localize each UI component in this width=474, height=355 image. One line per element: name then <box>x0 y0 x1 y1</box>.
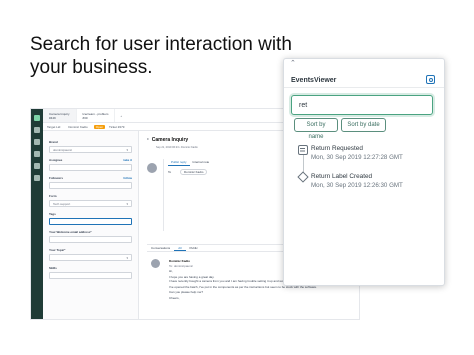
tab-public[interactable]: Public <box>186 246 202 250</box>
sort-by-date-button[interactable]: Sort by date <box>341 118 386 132</box>
topic-label: Your Topic* <box>49 248 66 252</box>
form-value: Tech support <box>53 201 71 206</box>
skills-select[interactable] <box>49 272 132 279</box>
avatar <box>147 163 157 173</box>
take-it-link[interactable]: take it <box>123 158 132 162</box>
ticket-meta: Sep 21, 2019 06:23 • Dominic Kadio <box>156 146 198 149</box>
divider <box>284 87 444 88</box>
recipient-chip[interactable]: Dominic Kadio <box>180 169 208 175</box>
chevron-down-icon: ▾ <box>126 147 128 152</box>
tags-input[interactable] <box>49 218 132 225</box>
message-line: Cheers, <box>169 296 180 301</box>
brand-select[interactable]: dominicpaunic ▾ <box>49 146 132 153</box>
ticket-title: Camera Inquiry <box>151 137 189 143</box>
brand-label: Brand <box>49 140 58 144</box>
followers-label: Followers <box>49 176 64 180</box>
search-input[interactable] <box>291 95 433 115</box>
home-icon[interactable] <box>34 127 40 133</box>
tags-label: Tags <box>49 212 56 216</box>
event-title[interactable]: Return Requested <box>311 145 363 152</box>
tab-internal-note[interactable]: Internal note <box>190 159 213 166</box>
breadcrumb-requester[interactable]: Dominic Kadio <box>64 125 91 129</box>
chevron-down-icon: ▾ <box>126 201 128 206</box>
event-title[interactable]: Return Label Created <box>311 173 372 180</box>
customers-icon[interactable] <box>34 151 40 157</box>
form-label: Form <box>49 194 57 198</box>
chevron-down-icon: ▾ <box>126 255 128 260</box>
followers-input[interactable] <box>49 182 132 189</box>
sort-by-name-button[interactable]: Sort by name <box>294 118 338 140</box>
tab-camera-inquiry[interactable]: Camera Inquiry #449 <box>43 109 77 122</box>
left-nav-rail <box>31 109 43 319</box>
assignee-select[interactable] <box>49 164 132 171</box>
tab-conversations[interactable]: Conversations <box>147 246 174 250</box>
tab-all[interactable]: All <box>174 246 186 251</box>
breadcrumb-org[interactable]: Target Ltd <box>43 125 64 129</box>
events-viewer-panel: ⌃ EventsViewer Sort by name Sort by date… <box>283 58 445 286</box>
assignee-label: Assignee <box>49 158 63 162</box>
event-time: Mon, 30 Sep 2019 12:26:30 GMT <box>311 182 403 189</box>
breadcrumb-ticket[interactable]: Ticket #479 <box>105 125 128 129</box>
tab-sub: #30 <box>82 115 88 120</box>
skills-label: Skills <box>49 266 57 270</box>
collapse-icon[interactable]: ⌃ <box>290 60 296 68</box>
event-time: Mon, 30 Sep 2019 12:27:28 GMT <box>311 154 403 161</box>
app-icon <box>426 75 435 84</box>
tag-icon <box>297 171 309 183</box>
tab-public-reply[interactable]: Public reply <box>168 159 190 166</box>
brand-value: dominicpaunic <box>53 147 73 152</box>
app-logo-icon <box>34 115 40 121</box>
follow-link[interactable]: follow <box>123 176 132 180</box>
tab-sub: #449 <box>49 115 56 120</box>
reports-icon[interactable] <box>34 163 40 169</box>
avatar <box>151 259 160 268</box>
email-label: Your Welcome email address* <box>49 230 92 234</box>
email-input[interactable] <box>49 236 132 243</box>
menu-icon[interactable]: ≡ <box>147 137 149 141</box>
panel-title: EventsViewer <box>291 77 337 84</box>
topic-select[interactable]: ▾ <box>49 254 132 261</box>
form-select[interactable]: Tech support ▾ <box>49 200 132 207</box>
to-label: To <box>168 170 172 174</box>
comment-icon <box>298 145 308 155</box>
headline: Search for user interaction with your bu… <box>30 34 292 78</box>
views-icon[interactable] <box>34 139 40 145</box>
ticket-properties-panel: Brand dominicpaunic ▾ Assignee take it Fol… <box>43 131 139 319</box>
ticket-header: ≡ Camera Inquiry <box>147 137 188 143</box>
status-badge: Open <box>93 124 106 129</box>
settings-icon[interactable] <box>34 175 40 181</box>
tab-icecream-problem[interactable]: Icecream - problem #30 <box>77 109 116 122</box>
add-tab-icon[interactable]: + <box>115 114 127 118</box>
